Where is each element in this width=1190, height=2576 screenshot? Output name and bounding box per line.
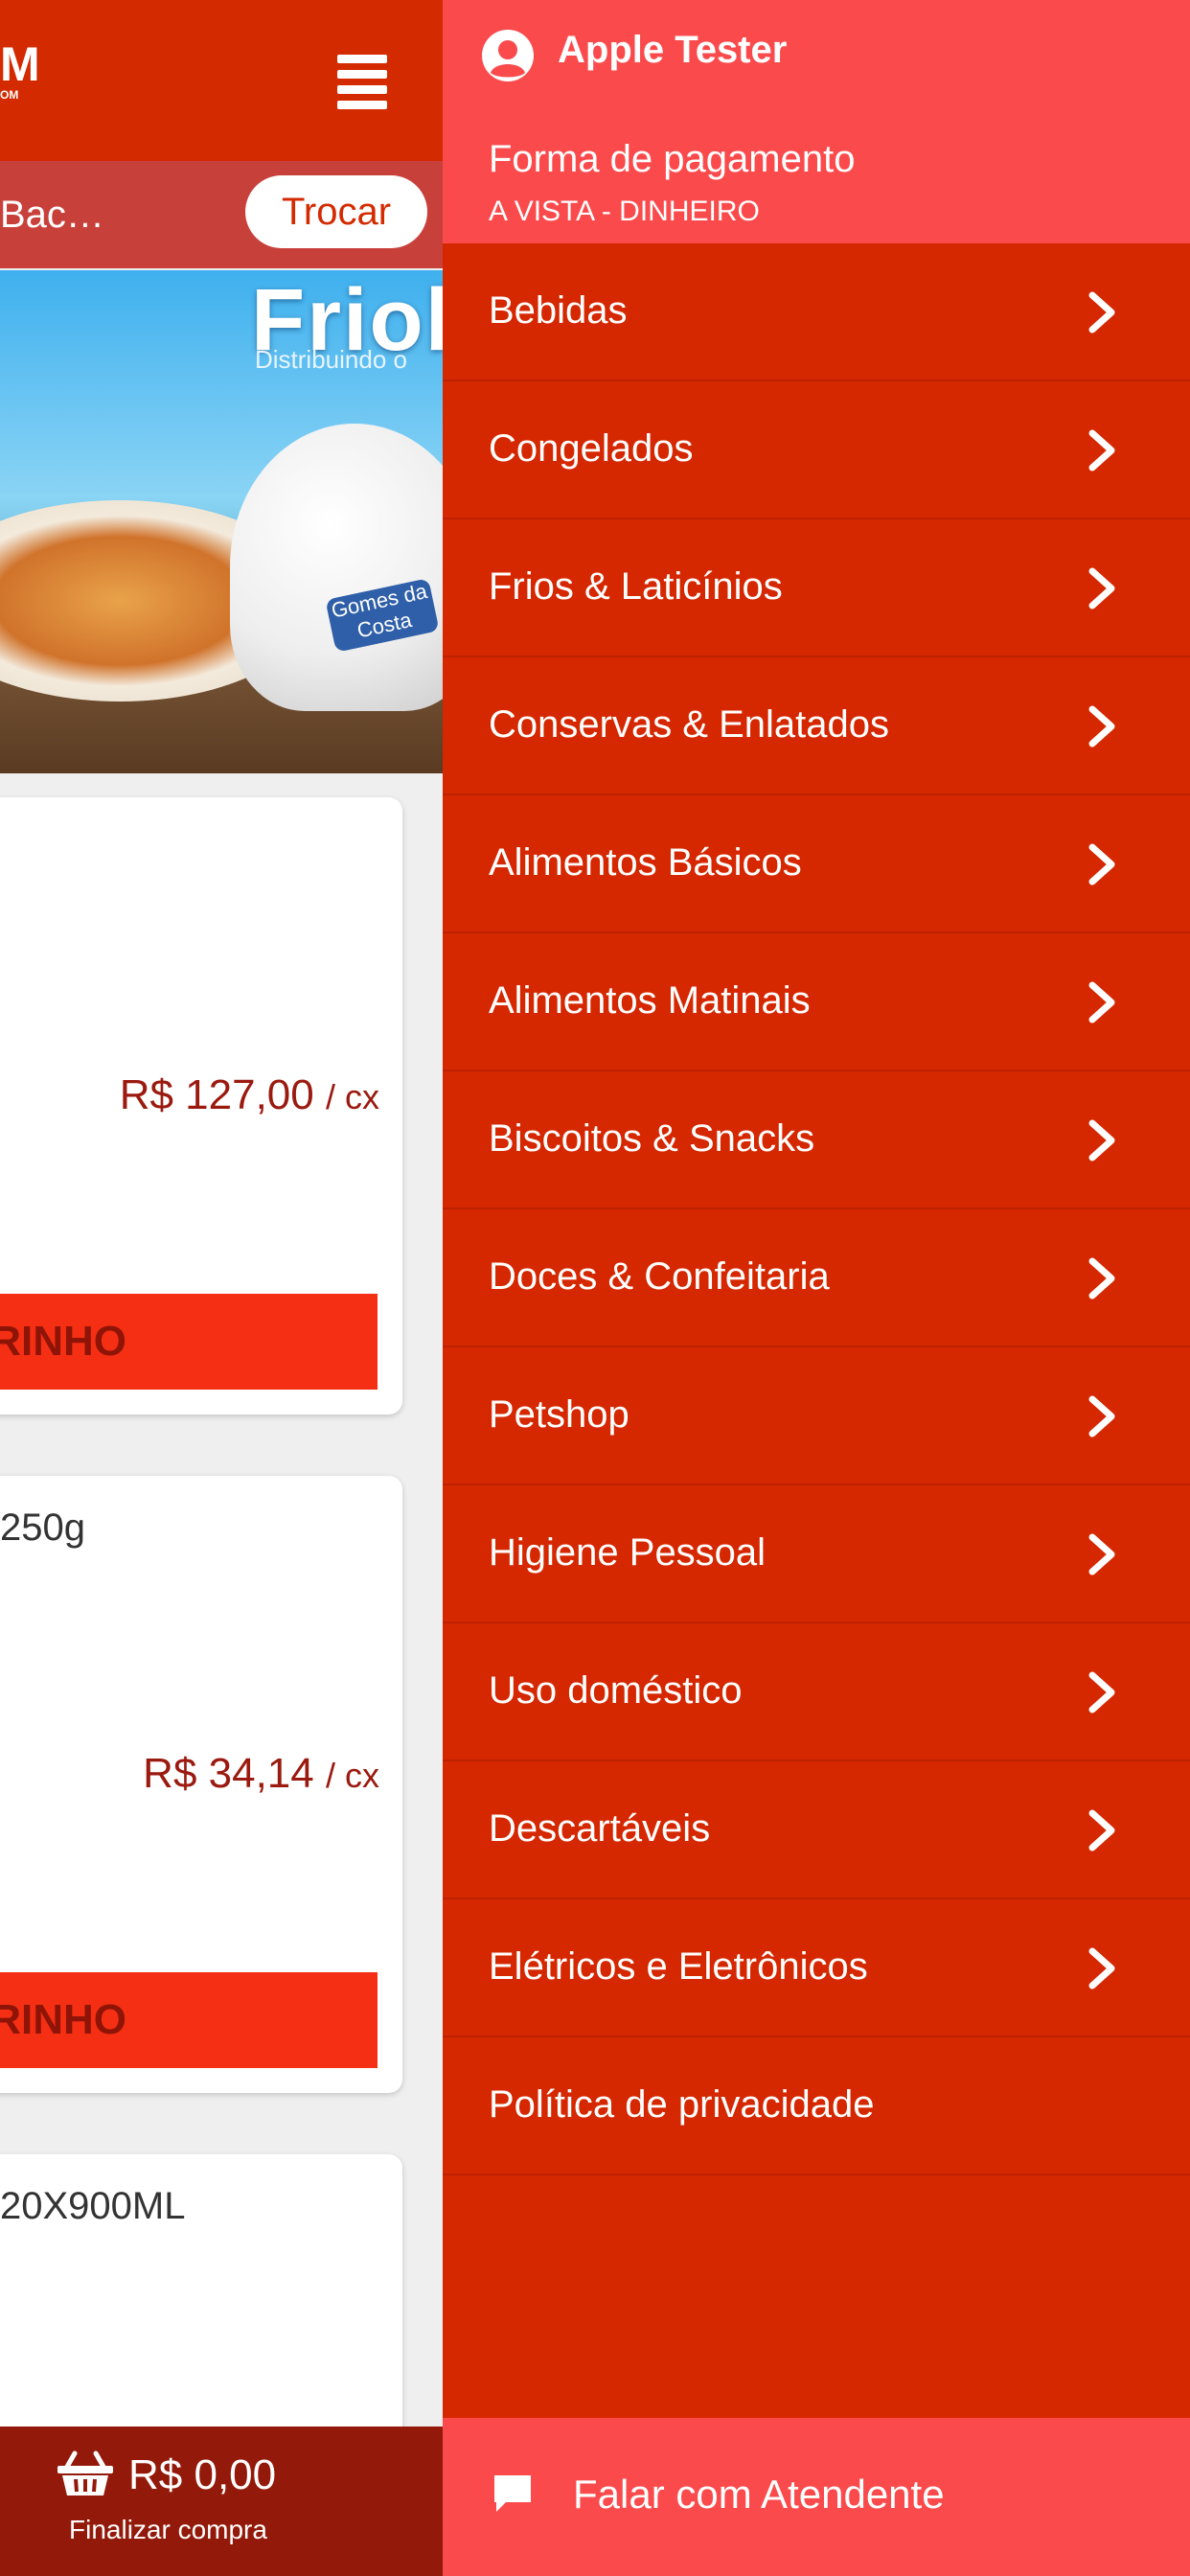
menu-item-frios-laticinios[interactable]: Frios & Laticínios (443, 519, 1190, 657)
menu-item-uso-domestico[interactable]: Uso doméstico (443, 1623, 1190, 1761)
menu-item-label: Doces & Confeitaria (489, 1255, 830, 1298)
menu-item-label: Elétricos e Eletrônicos (489, 1945, 868, 1988)
cart-bar[interactable]: R$ 0,00 Finalizar compra (0, 2426, 443, 2576)
menu-item-conservas-enlatados[interactable]: Conservas & Enlatados (443, 657, 1190, 795)
menu-item-label: Higiene Pessoal (489, 1531, 767, 1574)
product-price: R$ 34,14 / cx (143, 1750, 379, 1798)
drawer-header: Apple Tester Forma de pagamento A VISTA … (443, 0, 1190, 243)
product-card: 20X900ML (0, 2154, 402, 2461)
menu-item-doces-confeitaria[interactable]: Doces & Confeitaria (443, 1209, 1190, 1347)
chevron-right-icon (1085, 1257, 1119, 1300)
price-value: R$ 34,14 (143, 1750, 314, 1797)
menu-item-higiene-pessoal[interactable]: Higiene Pessoal (443, 1485, 1190, 1623)
menu-item-eletricos-e-eletronicos[interactable]: Elétricos e Eletrônicos (443, 1899, 1190, 2037)
chevron-right-icon (1085, 1395, 1119, 1438)
menu-item-bebidas[interactable]: Bebidas (443, 243, 1190, 381)
top-bar: M OM (0, 0, 443, 161)
menu-item-label: Petshop (489, 1393, 629, 1436)
chevron-right-icon (1085, 567, 1119, 610)
chevron-right-icon (1085, 1671, 1119, 1714)
product-name: 20X900ML (0, 2185, 186, 2227)
menu-item-label: Descartáveis (489, 1807, 711, 1850)
menu-item-label: Bebidas (489, 289, 628, 332)
price-unit: / cx (325, 1077, 379, 1116)
chevron-right-icon (1085, 429, 1119, 472)
menu-item-label: Uso doméstico (489, 1669, 743, 1712)
cart-total: R$ 0,00 (128, 2451, 277, 2498)
category-menu: Bebidas Congelados Frios & Laticínios Conse… (443, 243, 1190, 2175)
change-store-button[interactable]: Trocar (245, 175, 427, 248)
chat-label: Falar com Atendente (573, 2472, 945, 2517)
payment-method-label[interactable]: Forma de pagamento (489, 138, 855, 181)
menu-item-label: Alimentos Básicos (489, 841, 802, 884)
payment-method-value: A VISTA - DINHEIRO (489, 196, 760, 227)
user-circle-icon[interactable] (481, 29, 535, 82)
banner-chef-hat (230, 424, 443, 711)
add-to-cart-button[interactable]: RINHO (0, 1294, 378, 1390)
add-to-cart-button[interactable]: RINHO (0, 1972, 378, 2068)
chevron-right-icon (1085, 981, 1119, 1024)
navigation-drawer: Apple Tester Forma de pagamento A VISTA … (443, 0, 1190, 2576)
chevron-right-icon (1085, 1809, 1119, 1852)
chat-with-agent-button[interactable]: Falar com Atendente (443, 2418, 1190, 2576)
chevron-right-icon (1085, 1947, 1119, 1990)
menu-item-label: Conservas & Enlatados (489, 703, 890, 746)
banner-subtitle: Distribuindo o (255, 345, 407, 374)
basket-icon (57, 2450, 113, 2496)
product-name: 250g (0, 1506, 85, 1549)
user-name[interactable]: Apple Tester (558, 29, 787, 72)
menu-item-petshop[interactable]: Petshop (443, 1347, 1190, 1485)
chat-bubble-icon (494, 2475, 531, 2512)
menu-item-label: Política de privacidade (489, 2083, 875, 2126)
chevron-right-icon (1085, 705, 1119, 748)
app-page: M OM Bac… Trocar Friob Distribuindo o Go… (0, 0, 443, 2576)
menu-item-alimentos-matinais[interactable]: Alimentos Matinais (443, 933, 1190, 1071)
logo-subtext: OM (0, 88, 19, 102)
checkout-label: Finalizar compra (69, 2515, 267, 2544)
logo: M OM (0, 40, 40, 107)
menu-item-biscoitos-snacks[interactable]: Biscoitos & Snacks (443, 1071, 1190, 1209)
chevron-right-icon (1085, 843, 1119, 886)
price-value: R$ 127,00 (119, 1071, 314, 1118)
menu-item-descartaveis[interactable]: Descartáveis (443, 1761, 1190, 1899)
menu-item-label: Biscoitos & Snacks (489, 1117, 815, 1160)
logo-mark: M (0, 37, 40, 91)
chevron-right-icon (1085, 1119, 1119, 1162)
store-name: Bac… (0, 194, 104, 236)
hamburger-icon[interactable] (337, 53, 391, 109)
menu-item-label: Frios & Laticínios (489, 565, 783, 608)
product-card: R$ 127,00 / cx RINHO (0, 797, 402, 1414)
menu-item-politica-de-privacidade[interactable]: Política de privacidade (443, 2037, 1190, 2175)
chevron-right-icon (1085, 1533, 1119, 1576)
product-card: 250g R$ 34,14 / cx RINHO (0, 1476, 402, 2093)
menu-item-congelados[interactable]: Congelados (443, 381, 1190, 519)
chevron-right-icon (1085, 291, 1119, 334)
menu-item-alimentos-basicos[interactable]: Alimentos Básicos (443, 795, 1190, 933)
promo-banner[interactable]: Friob Distribuindo o (0, 270, 443, 773)
menu-item-label: Congelados (489, 427, 694, 470)
price-unit: / cx (325, 1756, 379, 1795)
menu-item-label: Alimentos Matinais (489, 979, 811, 1022)
product-price: R$ 127,00 / cx (120, 1071, 379, 1119)
